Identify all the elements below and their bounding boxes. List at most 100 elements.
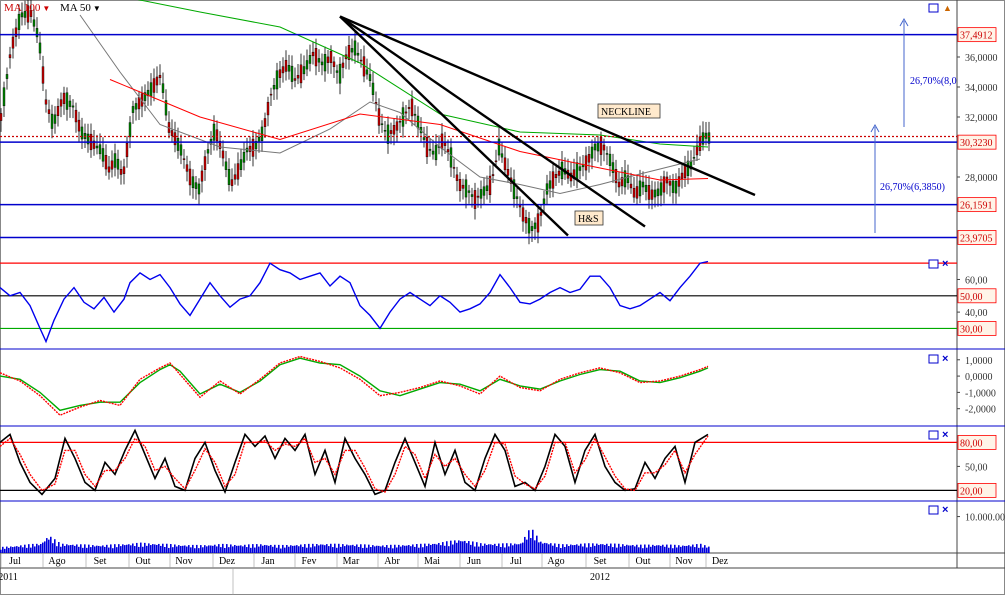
candle-body — [50, 113, 54, 129]
volume-bar — [406, 545, 408, 553]
volume-bar — [46, 538, 48, 553]
candle-body — [317, 58, 321, 63]
volume-bar — [258, 546, 260, 553]
volume-bar — [30, 547, 32, 553]
candle-body — [653, 189, 657, 198]
volume-bar — [254, 547, 256, 553]
candle-body — [545, 183, 549, 195]
volume-bar — [266, 545, 268, 553]
volume-bar — [550, 543, 552, 553]
month-label: Jul — [510, 556, 522, 567]
level-label: 30,3230 — [960, 138, 993, 149]
maximize-icon[interactable] — [928, 505, 939, 515]
candle-body — [257, 136, 261, 143]
volume-bar — [262, 545, 264, 553]
candle-body — [41, 66, 45, 84]
candle-body — [242, 152, 246, 163]
candle-body — [350, 48, 354, 53]
close-icon[interactable]: × — [942, 429, 948, 441]
volume-bar — [540, 541, 542, 553]
candle-body — [263, 118, 267, 127]
close-icon[interactable]: × — [942, 258, 948, 270]
volume-bar — [398, 544, 400, 553]
volume-bar — [630, 545, 632, 553]
volume-bar — [352, 544, 354, 553]
volume-bar — [484, 543, 486, 553]
volume-bar — [252, 544, 254, 553]
level-label: 26,1591 — [960, 201, 993, 212]
close-icon[interactable]: × — [942, 353, 948, 365]
volume-bar — [468, 541, 470, 553]
volume-bar — [108, 547, 110, 553]
candle-body — [80, 126, 84, 140]
volume-bar — [494, 543, 496, 553]
maximize-icon[interactable] — [928, 259, 939, 269]
volume-bar — [668, 547, 670, 553]
close-icon[interactable]: × — [942, 504, 948, 516]
volume-bar — [448, 546, 450, 553]
volume-bar — [364, 544, 366, 553]
volume-bar — [374, 546, 376, 553]
volume-bar — [446, 541, 448, 553]
volume-bar — [26, 547, 28, 553]
volume-bar — [34, 546, 36, 553]
volume-bar — [324, 545, 326, 553]
candle-body — [518, 204, 522, 208]
candle-body — [44, 99, 48, 105]
month-label: Fev — [302, 556, 317, 567]
maximize-icon[interactable] — [928, 430, 939, 440]
candle-body — [311, 51, 315, 57]
candle-body — [659, 182, 663, 196]
volume-bar — [286, 544, 288, 553]
volume-bar — [310, 547, 312, 553]
volume-bar — [600, 544, 602, 553]
candle-body — [308, 55, 312, 64]
volume-bar — [148, 543, 150, 553]
candle-body — [305, 60, 309, 70]
maximize-icon[interactable] — [928, 354, 939, 364]
year-label: 2011 — [0, 572, 18, 583]
volume-bar — [212, 545, 214, 553]
month-label: Nov — [175, 556, 192, 567]
candle-body — [107, 166, 111, 173]
candle-body — [188, 168, 192, 186]
volume-bar — [662, 544, 664, 553]
volume-bar — [102, 545, 104, 553]
ma100-indicator-label[interactable]: MA 100 ▼ — [4, 2, 50, 14]
hs-label: H&S — [578, 214, 599, 225]
volume-bar — [12, 547, 14, 553]
candle-body — [194, 182, 198, 189]
volume-bar — [502, 543, 504, 553]
volume-bar — [298, 546, 300, 553]
volume-bar — [76, 544, 78, 553]
candle-body — [56, 105, 60, 117]
candle-body — [104, 155, 108, 170]
candle-body — [134, 103, 138, 110]
candle-body — [203, 156, 207, 170]
volume-bar — [366, 547, 368, 553]
candle-body — [215, 129, 219, 142]
candle-body — [206, 149, 210, 154]
volume-bar — [192, 544, 194, 553]
volume-bar — [650, 546, 652, 553]
volume-bar — [302, 546, 304, 553]
volume-bar — [608, 546, 610, 553]
volume-bar — [114, 544, 116, 553]
candle-body — [407, 107, 411, 109]
candle-body — [386, 124, 390, 144]
candle-body — [47, 109, 51, 114]
candle-body — [692, 157, 696, 159]
volume-bar — [268, 545, 270, 553]
month-label: Abr — [384, 556, 400, 567]
volume-bar — [236, 545, 238, 553]
candle-body — [224, 161, 228, 170]
maximize-icon[interactable] — [928, 3, 939, 13]
volume-bar — [294, 545, 296, 553]
ma50-indicator-label[interactable]: MA 50 ▼ — [60, 2, 101, 14]
candle-body — [647, 185, 651, 200]
volume-bar — [94, 546, 96, 553]
candle-body — [338, 63, 342, 84]
volume-bar — [676, 547, 678, 553]
candle-body — [320, 61, 324, 66]
trendline — [339, 15, 569, 237]
